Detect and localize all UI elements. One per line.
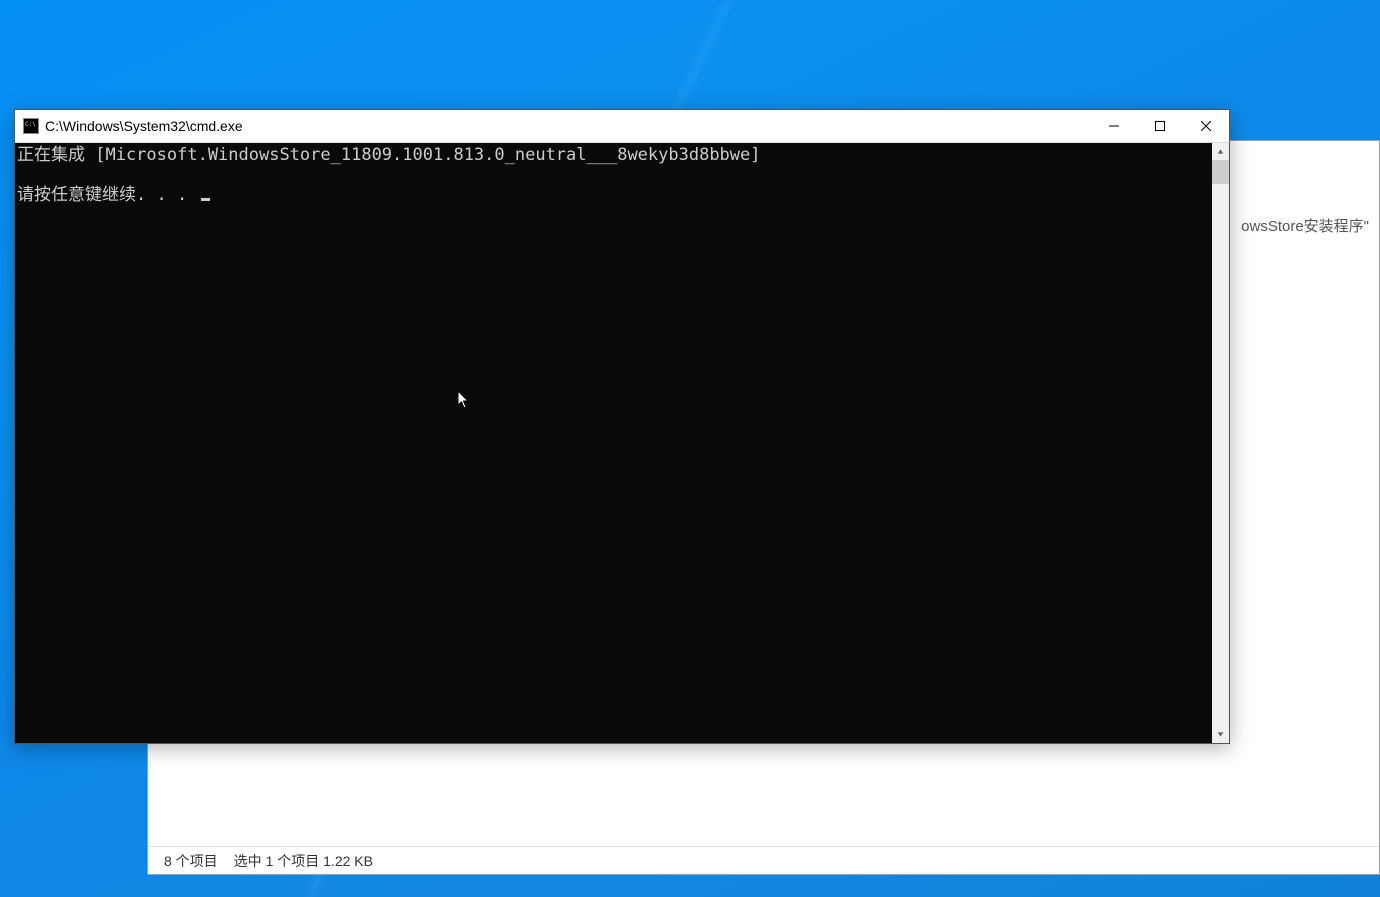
scrollbar-thumb[interactable] <box>1212 160 1229 184</box>
cmd-icon <box>23 118 39 134</box>
statusbar-selection: 选中 1 个项目 1.22 KB <box>234 851 373 871</box>
cmd-prompt-line: 请按任意键继续. . . <box>17 185 1212 205</box>
cmd-window-title: C:\Windows\System32\cmd.exe <box>45 118 1091 134</box>
statusbar-item-count: 8 个项目 <box>164 851 218 871</box>
cmd-vertical-scrollbar[interactable] <box>1212 143 1229 743</box>
window-controls <box>1091 110 1229 142</box>
cmd-cursor <box>201 198 210 201</box>
maximize-button[interactable] <box>1137 110 1183 142</box>
cmd-titlebar[interactable]: C:\Windows\System32\cmd.exe <box>15 110 1229 143</box>
close-icon <box>1201 121 1211 131</box>
explorer-address-fragment: owsStore安装程序" <box>1231 209 1379 242</box>
explorer-statusbar: 8 个项目 选中 1 个项目 1.22 KB <box>148 846 1379 874</box>
maximize-icon <box>1155 121 1165 131</box>
cmd-terminal-content[interactable]: 正在集成 [Microsoft.WindowsStore_11809.1001.… <box>15 143 1212 743</box>
scrollbar-down-arrow[interactable] <box>1212 726 1229 743</box>
close-button[interactable] <box>1183 110 1229 142</box>
cmd-window[interactable]: C:\Windows\System32\cmd.exe 正在集成 [Micros <box>14 109 1230 744</box>
scrollbar-up-arrow[interactable] <box>1212 143 1229 160</box>
minimize-button[interactable] <box>1091 110 1137 142</box>
minimize-icon <box>1109 121 1119 131</box>
scrollbar-track[interactable] <box>1212 160 1229 726</box>
cmd-output-line: 正在集成 [Microsoft.WindowsStore_11809.1001.… <box>17 145 1212 165</box>
